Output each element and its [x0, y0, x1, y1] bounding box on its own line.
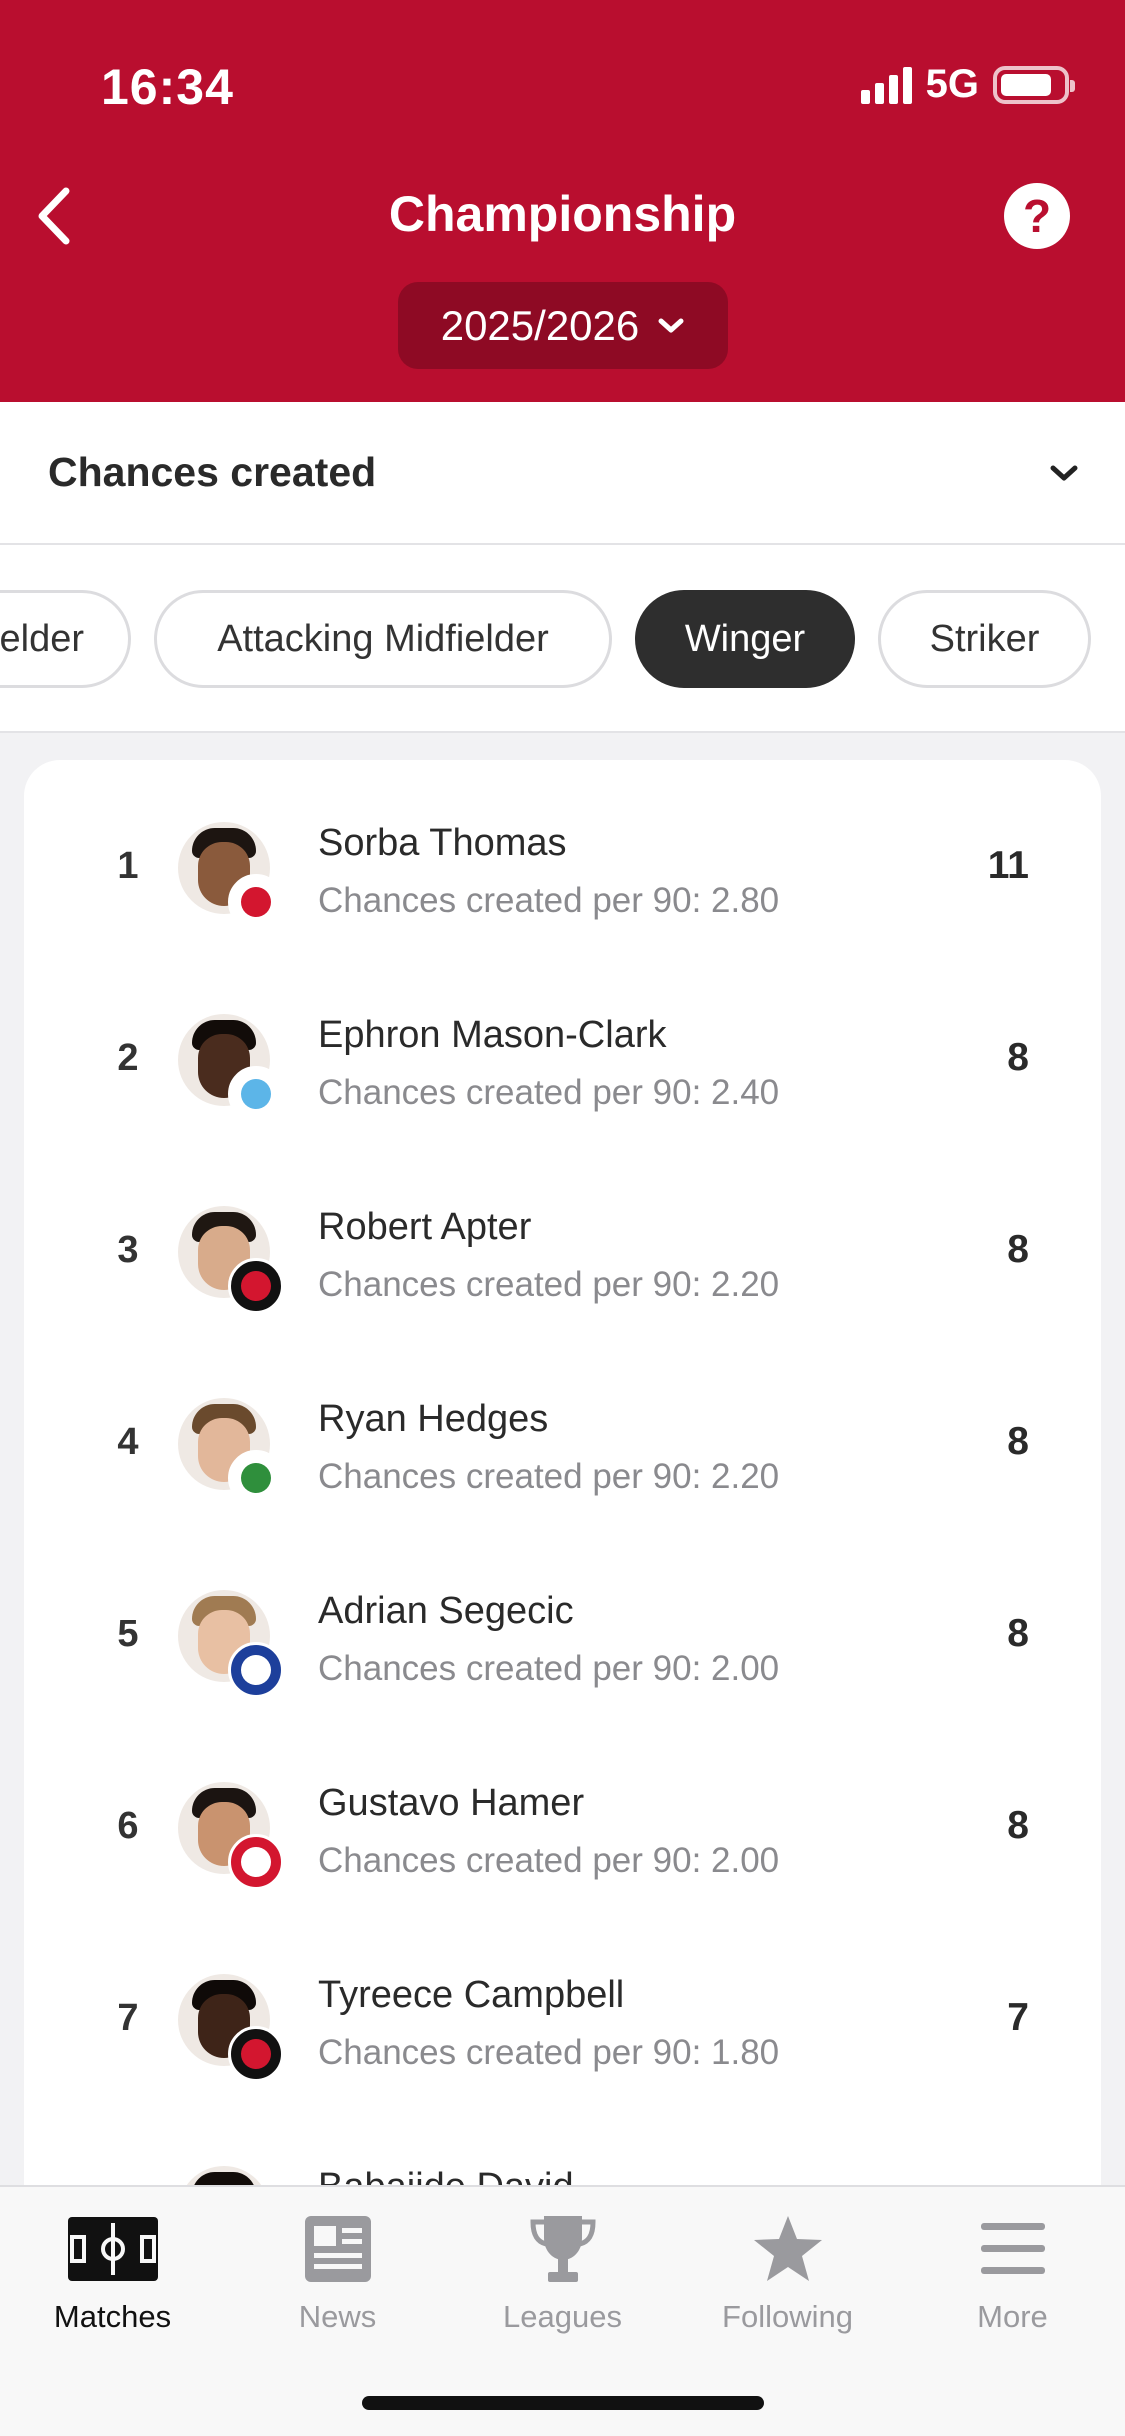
player-stat-detail: Chances created per 90: 2.20 — [318, 1265, 780, 1304]
player-name: Sorba Thomas — [318, 822, 567, 864]
chevron-down-icon — [658, 318, 684, 332]
player-name: Adrian Segecic — [318, 1590, 574, 1632]
club-badge-icon — [228, 1066, 284, 1122]
stat-dropdown-label: Chances created — [48, 449, 377, 495]
player-name: Tyreece Campbell — [318, 1974, 625, 2016]
tab-label: Matches — [53, 2299, 172, 2334]
player-stat-value: 11 — [987, 844, 1029, 887]
player-stat-value: 8 — [1007, 1036, 1029, 1079]
player-row[interactable]: 7 Tyreece Campbell Chances created per 90:… — [24, 1922, 1101, 2114]
tab-label: Following — [722, 2299, 853, 2334]
player-stat-detail: Chances created per 90: 2.00 — [318, 1841, 780, 1880]
help-icon: ? — [1022, 190, 1052, 242]
player-avatar — [178, 1974, 284, 2082]
player-rank: 4 — [117, 1421, 139, 1463]
player-avatar — [178, 822, 284, 930]
help-button[interactable]: ? — [1004, 183, 1070, 249]
newspaper-icon — [304, 2216, 371, 2282]
player-row[interactable]: 5 Adrian Segecic Chances created per 90: 2… — [24, 1538, 1101, 1730]
player-row[interactable]: 2 Ephron Mason-Clark Chances created per 9… — [24, 962, 1101, 1154]
player-row[interactable]: 4 Ryan Hedges Chances created per 90: 2.20… — [24, 1346, 1101, 1538]
player-stat-value: 8 — [1007, 1420, 1029, 1463]
pitch-icon — [67, 2217, 158, 2281]
tab-leagues[interactable]: Leagues — [450, 2209, 675, 2335]
stat-dropdown[interactable]: Chances created — [0, 402, 1125, 545]
player-stat-value: 8 — [1007, 1612, 1029, 1655]
club-badge-icon — [228, 1642, 284, 1698]
club-badge-icon — [228, 874, 284, 930]
page-title: Championship — [388, 186, 737, 242]
status-time: 16:34 — [101, 59, 234, 115]
player-rank: 2 — [117, 1037, 139, 1079]
player-avatar — [178, 1206, 284, 1314]
tab-news[interactable]: News — [225, 2209, 450, 2335]
player-rank: 1 — [117, 845, 139, 887]
player-stat-detail: Chances created per 90: 2.00 — [318, 1649, 780, 1688]
signal-icon — [860, 66, 912, 104]
player-name: Gustavo Hamer — [318, 1782, 585, 1824]
player-stat-detail: Chances created per 90: 2.80 — [318, 881, 780, 920]
player-avatar — [178, 1590, 284, 1698]
season-label: 2025/2026 — [440, 301, 640, 349]
player-avatar — [178, 1014, 284, 1122]
tab-following[interactable]: Following — [675, 2209, 900, 2335]
player-name: Ryan Hedges — [318, 1398, 549, 1440]
player-rank: 6 — [117, 1805, 139, 1847]
club-badge-icon — [228, 1450, 284, 1506]
club-badge-icon — [228, 1834, 284, 1890]
player-row[interactable]: 1 Sorba Thomas Chances created per 90: 2.8… — [24, 770, 1101, 962]
battery-icon — [993, 65, 1075, 104]
tab-label: More — [977, 2299, 1048, 2334]
player-name: Ephron Mason-Clark — [318, 1014, 667, 1056]
club-badge-icon — [228, 2026, 284, 2082]
player-stat-list: 1 Sorba Thomas Chances created per 90: 2.8… — [24, 760, 1101, 2260]
menu-icon — [980, 2223, 1045, 2274]
filter-chip-attacking-midfielder[interactable]: Attacking Midfielder — [154, 590, 612, 688]
app-header: 16:34 5G Championship ? 2025/2026 — [0, 0, 1125, 402]
player-stat-value: 7 — [1007, 1996, 1029, 2039]
tab-matches[interactable]: Matches — [0, 2209, 225, 2335]
trophy-icon — [529, 2216, 596, 2282]
tab-label: News — [298, 2299, 377, 2334]
chevron-down-icon — [1050, 465, 1078, 480]
network-type: 5G — [925, 62, 979, 106]
tab-label: Leagues — [503, 2299, 622, 2334]
filter-chip-striker[interactable]: Striker — [878, 590, 1091, 688]
player-stat-detail: Chances created per 90: 1.80 — [318, 2033, 780, 2072]
player-avatar — [178, 1398, 284, 1506]
home-indicator — [362, 2396, 764, 2410]
club-badge-icon — [228, 1258, 284, 1314]
player-avatar — [178, 1782, 284, 1890]
player-rank: 7 — [117, 1997, 139, 2039]
filter-chip-winger[interactable]: Winger — [635, 590, 855, 688]
player-name: Robert Apter — [318, 1206, 532, 1248]
tab-more[interactable]: More — [900, 2209, 1125, 2335]
position-filter-bar[interactable]: elder Attacking Midfielder Winger Strike… — [0, 545, 1125, 733]
filter-chip-midfielder[interactable]: elder — [0, 590, 131, 688]
player-rank: 3 — [117, 1229, 139, 1271]
player-stat-detail: Chances created per 90: 2.40 — [318, 1073, 780, 1112]
player-stat-value: 8 — [1007, 1804, 1029, 1847]
star-icon — [753, 2216, 822, 2281]
player-stat-detail: Chances created per 90: 2.20 — [318, 1457, 780, 1496]
player-rank: 5 — [117, 1613, 139, 1655]
player-row[interactable]: 6 Gustavo Hamer Chances created per 90: 2.… — [24, 1730, 1101, 1922]
season-dropdown[interactable]: 2025/2026 — [398, 282, 728, 369]
status-indicators: 5G — [860, 62, 1075, 107]
player-row[interactable]: 3 Robert Apter Chances created per 90: 2.2… — [24, 1154, 1101, 1346]
player-stat-value: 8 — [1007, 1228, 1029, 1271]
